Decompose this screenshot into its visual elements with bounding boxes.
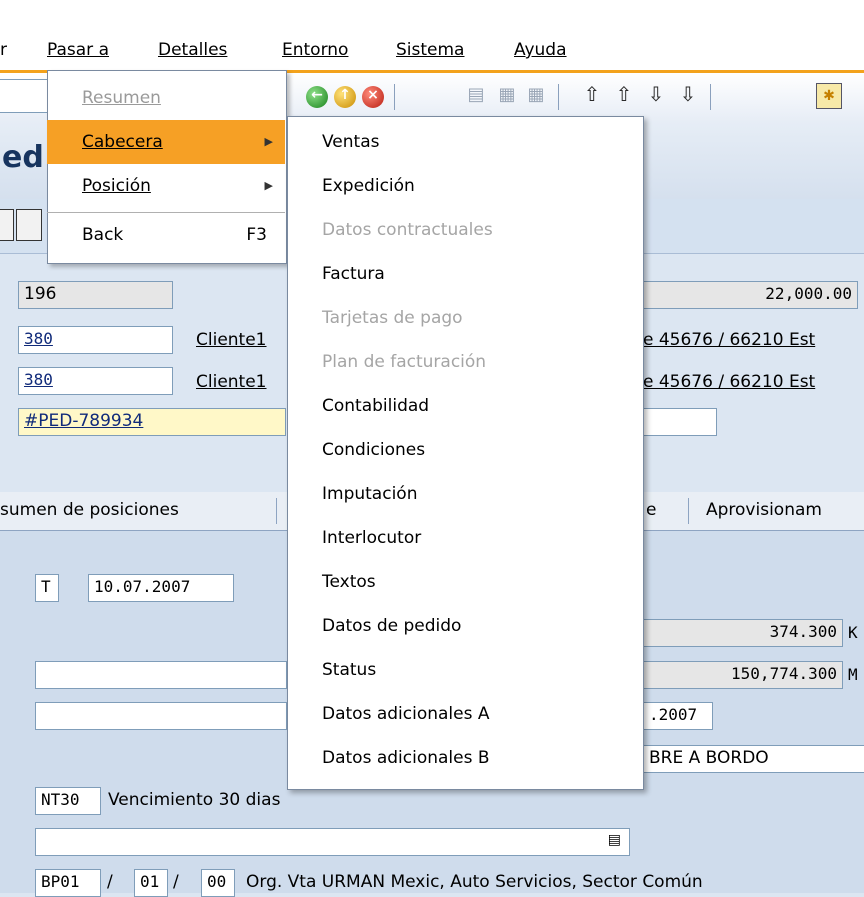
t-field[interactable]: T <box>35 574 59 602</box>
field-196[interactable]: 196 <box>18 281 173 309</box>
tab-separator <box>276 498 277 524</box>
po-number-value: #PED-789934 <box>24 411 144 431</box>
first-page-icon[interactable]: ⇧ <box>580 82 604 108</box>
date-field-value: 10.07.2007 <box>94 577 191 596</box>
incoterms-field[interactable]: BRE A BORDO <box>643 745 864 773</box>
toolbar-separator <box>710 84 711 110</box>
submenu-item-interlocutor[interactable]: Interlocutor <box>322 528 421 548</box>
submenu-item-tarjetas-de-pago: Tarjetas de pago <box>322 308 463 328</box>
menu-item-back-label: Back <box>82 225 124 245</box>
ship-to-field[interactable]: 380 <box>18 367 173 395</box>
menu-item-resumen-label: Resumen <box>82 88 161 108</box>
submenu-item-imputacion[interactable]: Imputación <box>322 484 417 504</box>
previous-page-icon[interactable]: ⇧ <box>612 82 636 108</box>
tab-resumen-posiciones[interactable]: sumen de posiciones <box>0 500 179 520</box>
submenu-item-condiciones[interactable]: Condiciones <box>322 440 425 460</box>
menu-item-back[interactable]: Back F3 <box>47 213 285 257</box>
exit-icon[interactable]: ↑ <box>334 86 356 108</box>
volume-unit: M <box>848 665 858 684</box>
ship-to-value: 380 <box>24 370 53 389</box>
menu-pasar-a[interactable]: Pasar a <box>47 40 109 60</box>
date2-field[interactable]: .2007 <box>643 702 713 730</box>
ship-to-address[interactable]: e 45676 / 66210 Est <box>643 372 815 392</box>
find-icon[interactable]: ▦ <box>497 84 517 108</box>
new-session-icon[interactable]: ✱ <box>816 83 842 109</box>
weight-unit: K <box>848 623 858 642</box>
app-button[interactable] <box>0 209 14 241</box>
menu-item-cabecera[interactable]: Cabecera ▶ <box>47 120 285 164</box>
menu-r[interactable]: r <box>0 40 7 60</box>
shortcut-label: F3 <box>246 225 267 245</box>
menu-item-posicion-label: Posición <box>82 176 151 196</box>
weight-value: 374.300 <box>769 622 837 641</box>
org-separator-1: / <box>107 872 113 892</box>
date2-value: .2007 <box>649 705 698 724</box>
org-separator-2: / <box>173 872 179 892</box>
tab-separator <box>688 498 689 524</box>
person-icon[interactable] <box>16 209 42 241</box>
field-196-value: 196 <box>24 284 57 304</box>
menu-detalles[interactable]: Detalles <box>158 40 227 60</box>
toolbar-separator <box>394 84 395 110</box>
net-value-field[interactable]: 22,000.00 <box>643 281 858 309</box>
submenu-item-factura[interactable]: Factura <box>322 264 385 284</box>
incoterms-desc: BRE A BORDO <box>649 748 769 768</box>
sold-to-field[interactable]: 380 <box>18 326 173 354</box>
tab-aprovisionamiento[interactable]: Aprovisionam <box>706 500 822 520</box>
volume-value: 150,774.300 <box>731 664 837 683</box>
menu-item-resumen: Resumen <box>47 76 285 120</box>
submenu-item-ventas[interactable]: Ventas <box>322 132 379 152</box>
submenu-item-plan-de-facturacion: Plan de facturación <box>322 352 487 372</box>
top-strip <box>0 0 864 34</box>
submenu-arrow-icon: ▶ <box>264 135 273 148</box>
menu-sistema[interactable]: Sistema <box>396 40 464 60</box>
submenu-item-datos-de-pedido[interactable]: Datos de pedido <box>322 616 461 636</box>
sold-to-value: 380 <box>24 329 53 348</box>
toolbar-separator <box>558 84 559 110</box>
weight-field[interactable]: 374.300 <box>643 619 843 647</box>
net-value-value: 22,000.00 <box>765 284 852 303</box>
submenu-item-textos[interactable]: Textos <box>322 572 376 592</box>
tab-partial[interactable]: e <box>646 500 656 520</box>
org-sales-value: BP01 <box>41 872 80 891</box>
menu-bar: r Pasar a Detalles Entorno Sistema Ayuda <box>0 34 864 73</box>
menu-ayuda[interactable]: Ayuda <box>514 40 567 60</box>
payment-terms-value: NT30 <box>41 790 80 809</box>
print-icon[interactable]: ▤ <box>466 84 486 108</box>
dropdown-list-icon[interactable]: ▤ <box>608 832 621 848</box>
payment-terms-field[interactable]: NT30 <box>35 787 101 815</box>
volume-field[interactable]: 150,774.300 <box>643 661 843 689</box>
submenu-item-datos-adicionales-a[interactable]: Datos adicionales A <box>322 704 490 724</box>
menu-entorno[interactable]: Entorno <box>282 40 348 60</box>
menu-item-cabecera-label: Cabecera <box>82 132 163 152</box>
find-next-icon[interactable]: ▦ <box>526 84 546 108</box>
submenu-item-expedicion[interactable]: Expedición <box>322 176 415 196</box>
sold-to-name[interactable]: Cliente1 <box>196 330 267 350</box>
date-field[interactable]: 10.07.2007 <box>88 574 234 602</box>
payment-terms-desc: Vencimiento 30 dias <box>108 790 281 810</box>
next-page-icon[interactable]: ⇩ <box>644 82 668 108</box>
submenu-item-contabilidad[interactable]: Contabilidad <box>322 396 429 416</box>
submenu-arrow-icon: ▶ <box>264 179 273 192</box>
ship-to-name[interactable]: Cliente1 <box>196 372 267 392</box>
org-division-value: 00 <box>207 872 227 891</box>
submenu-item-datos-contractuales: Datos contractuales <box>322 220 493 240</box>
cancel-icon[interactable]: × <box>362 86 384 108</box>
last-page-icon[interactable]: ⇩ <box>676 82 700 108</box>
back-icon[interactable]: ← <box>306 86 328 108</box>
po-date-field[interactable] <box>643 408 717 436</box>
submenu-item-datos-adicionales-b[interactable]: Datos adicionales B <box>322 748 490 768</box>
submenu-item-status[interactable]: Status <box>322 660 376 680</box>
sold-to-address[interactable]: e 45676 / 66210 Est <box>643 330 815 350</box>
po-number-field[interactable]: #PED-789934 <box>18 408 286 436</box>
menu-item-posicion[interactable]: Posición ▶ <box>47 164 285 208</box>
empty-field-1[interactable] <box>35 661 287 689</box>
org-channel-value: 01 <box>140 872 160 891</box>
empty-field-2[interactable] <box>35 702 287 730</box>
org-description: Org. Vta URMAN Mexic, Auto Servicios, Se… <box>246 872 703 892</box>
page-title: ed <box>2 140 44 175</box>
t-field-value: T <box>41 577 51 596</box>
dropdown-field[interactable]: ▤ <box>35 828 630 856</box>
